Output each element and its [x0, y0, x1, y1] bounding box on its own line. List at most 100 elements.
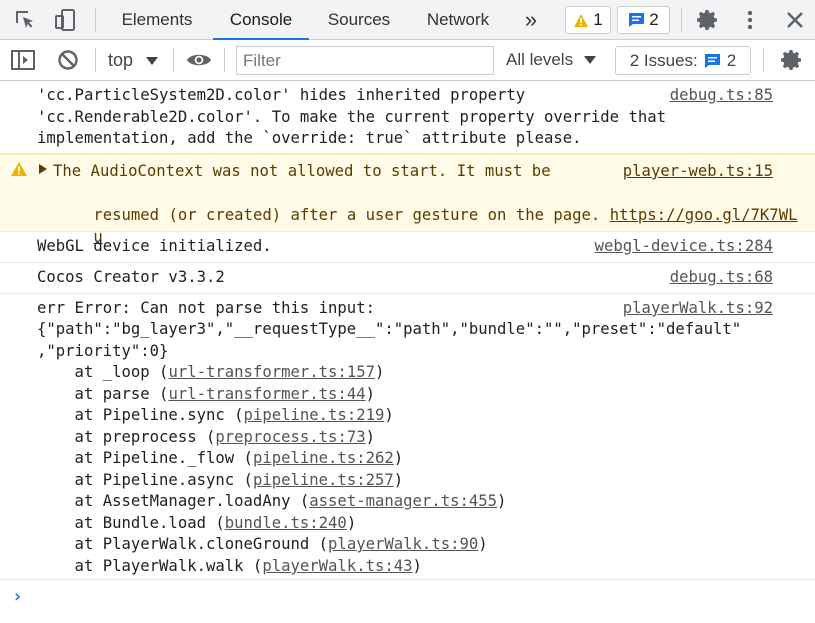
tabbar-divider: [681, 8, 682, 32]
stack-frame-function: at PlayerWalk.cloneGround (: [37, 535, 329, 553]
settings-gear-icon[interactable]: [695, 8, 721, 32]
stack-frame: at Pipeline.sync (pipeline.ts:219): [37, 405, 394, 427]
stack-frame-link[interactable]: url-transformer.ts:157: [168, 363, 375, 381]
issues-button[interactable]: 2 Issues: 2: [615, 46, 751, 75]
source-link[interactable]: webgl-device.ts:284: [595, 236, 773, 258]
help-link[interactable]: https://goo.gl/7K7WL: [610, 206, 798, 224]
device-toolbar-icon[interactable]: [52, 8, 78, 32]
console-message: Cocos Creator v3.3.2 debug.ts:68: [0, 263, 815, 294]
context-selector[interactable]: top: [108, 40, 159, 80]
inspect-element-icon[interactable]: [12, 8, 38, 32]
more-tabs-button[interactable]: »: [514, 0, 548, 40]
stack-frame-paren: ): [365, 428, 375, 446]
warning-icon: [11, 162, 27, 176]
console-message: 'cc.ParticleSystem2D.color' hides inheri…: [0, 81, 815, 154]
context-label: top: [108, 50, 134, 70]
tab-sources[interactable]: Sources: [316, 0, 402, 40]
message-icon: [704, 53, 720, 68]
message-text: The AudioContext was not allowed to star…: [53, 162, 551, 180]
issues-count: 2: [726, 50, 737, 70]
toolbar-divider: [173, 48, 174, 72]
stack-frame-paren: ): [374, 363, 385, 381]
stack-frame: at Pipeline.async (pipeline.ts:257): [37, 470, 404, 492]
stack-frame-function: at preprocess (: [37, 428, 216, 446]
stack-frame: at AssetManager.loadAny (asset-manager.t…: [37, 491, 507, 513]
stack-frame-link[interactable]: url-transformer.ts:44: [168, 385, 365, 403]
stack-frame: at Bundle.load (bundle.ts:240): [37, 513, 357, 535]
tab-elements[interactable]: Elements: [108, 0, 206, 40]
expand-triangle-icon[interactable]: [39, 164, 47, 174]
stack-frame-link[interactable]: pipeline.ts:219: [244, 406, 385, 424]
message-text: 'cc.ParticleSystem2D.color' hides inheri…: [37, 86, 526, 104]
source-link[interactable]: debug.ts:68: [670, 267, 773, 289]
message-icon: [629, 13, 645, 27]
console-toolbar: top All levels 2 Issues: 2: [0, 40, 815, 81]
stack-frame-function: at Pipeline.async (: [37, 471, 253, 489]
devtools-tabbar: Elements Console Sources Network » 1 2: [0, 0, 815, 40]
messages-badge[interactable]: 2: [617, 6, 670, 34]
stack-frame-link[interactable]: playerWalk.ts:90: [328, 535, 478, 553]
warnings-count: 1: [593, 10, 603, 29]
messages-count: 2: [649, 10, 659, 29]
console-message: WebGL device initialized. webgl-device.t…: [0, 232, 815, 263]
toolbar-divider: [763, 48, 764, 72]
tab-network[interactable]: Network: [411, 0, 505, 40]
stack-frame-paren: ): [393, 471, 404, 489]
tabbar-divider: [95, 8, 96, 32]
stack-frame-link[interactable]: preprocess.ts:73: [215, 428, 365, 446]
stack-frame-paren: ): [365, 385, 375, 403]
console-settings-gear-icon[interactable]: [779, 48, 805, 72]
kebab-menu-icon[interactable]: [738, 8, 762, 32]
stack-frame-paren: ): [393, 449, 404, 467]
dropdown-arrow-icon: [583, 56, 596, 64]
warnings-badge[interactable]: 1: [565, 6, 611, 34]
stack-frame-paren: ): [412, 557, 422, 575]
stack-frame: at _loop (url-transformer.ts:157): [37, 362, 385, 384]
stack-frame-function: at Pipeline._flow (: [37, 449, 253, 467]
sidebar-toggle-icon[interactable]: [10, 48, 36, 72]
stack-frame-function: at Bundle.load (: [37, 514, 225, 532]
live-expression-eye-icon[interactable]: [186, 48, 212, 72]
message-text: err Error: Can not parse this input:: [37, 299, 375, 317]
source-link[interactable]: debug.ts:85: [670, 85, 773, 107]
console-warning-message: The AudioContext was not allowed to star…: [0, 154, 815, 246]
stack-frame-link[interactable]: playerWalk.ts:43: [262, 557, 412, 575]
stack-frame-link[interactable]: bundle.ts:240: [225, 514, 347, 532]
stack-frame: at PlayerWalk.walk (playerWalk.ts:43): [37, 556, 422, 578]
dropdown-arrow-icon: [146, 57, 159, 65]
stack-frame: at parse (url-transformer.ts:44): [37, 384, 375, 406]
message-text: 'cc.Renderable2D.color'. To make the cur…: [37, 108, 667, 126]
message-text: Cocos Creator v3.3.2: [37, 268, 225, 286]
stack-frame: at PlayerWalk.cloneGround (playerWalk.ts…: [37, 534, 488, 556]
issues-label: 2 Issues:: [629, 50, 698, 70]
stack-frame-paren: ): [346, 514, 357, 532]
filter-input[interactable]: [236, 46, 494, 75]
clear-console-icon[interactable]: [55, 48, 81, 72]
message-text: WebGL device initialized.: [37, 237, 272, 255]
stack-frame-function: at parse (: [37, 385, 169, 403]
console-message: err Error: Can not parse this input: pla…: [0, 294, 815, 580]
source-link[interactable]: playerWalk.ts:92: [623, 298, 773, 320]
close-icon[interactable]: [783, 8, 807, 32]
stack-frame-function: at PlayerWalk.walk (: [37, 557, 263, 575]
log-levels-dropdown[interactable]: All levels: [506, 40, 596, 80]
message-text: ,"priority":0}: [37, 342, 169, 360]
message-text: implementation, add the `override: true`…: [37, 129, 582, 147]
warning-icon: [574, 13, 589, 27]
stack-frame: at preprocess (preprocess.ts:73): [37, 427, 375, 449]
message-text-part: resumed (or created) after a user gestur…: [93, 205, 610, 224]
tab-console[interactable]: Console: [213, 0, 309, 40]
stack-frame-link[interactable]: pipeline.ts:257: [253, 471, 394, 489]
stack-frame: at Pipeline._flow (pipeline.ts:262): [37, 448, 404, 470]
toolbar-divider: [95, 48, 96, 72]
stack-frame-link[interactable]: pipeline.ts:262: [253, 449, 394, 467]
stack-frame-paren: ): [478, 535, 488, 553]
stack-frame-paren: ): [384, 406, 394, 424]
stack-frame-link[interactable]: asset-manager.ts:455: [309, 492, 497, 510]
stack-frame-function: at Pipeline.sync (: [37, 406, 244, 424]
stack-frame-function: at AssetManager.loadAny (: [37, 492, 310, 510]
source-link[interactable]: player-web.ts:15: [623, 161, 773, 183]
console-prompt[interactable]: ›: [12, 586, 23, 607]
levels-label: All levels: [506, 50, 574, 69]
stack-frame-paren: ): [497, 492, 507, 510]
